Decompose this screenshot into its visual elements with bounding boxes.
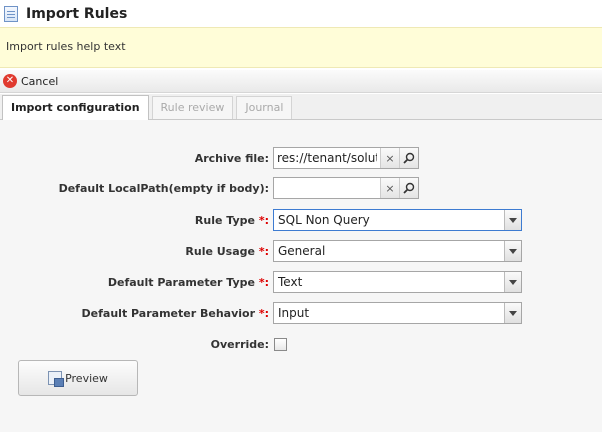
default-parameter-behavior-label-text: Default Parameter Behavior <box>81 306 255 320</box>
default-parameter-type-value: Text <box>278 275 303 289</box>
default-parameter-behavior-select[interactable]: Input <box>273 302 522 324</box>
archive-file-field: × <box>273 147 419 169</box>
default-parameter-type-select[interactable]: Text <box>273 271 522 293</box>
chevron-down-icon[interactable] <box>504 303 521 323</box>
title-bar: Import Rules <box>0 0 602 27</box>
archive-file-search-icon[interactable] <box>399 148 418 168</box>
override-checkbox[interactable] <box>274 337 287 351</box>
chevron-down-icon[interactable] <box>504 210 521 230</box>
archive-file-label: Archive file: <box>194 151 269 165</box>
default-localpath-label: Default LocalPath(empty if body): <box>58 181 269 195</box>
required-marker: *: <box>258 275 269 289</box>
preview-icon <box>48 371 65 387</box>
help-panel: Import rules help text <box>0 27 602 68</box>
chevron-down-icon[interactable] <box>504 241 521 261</box>
cancel-label: Cancel <box>21 74 59 88</box>
rule-type-row: Rule Type *: SQL Non Query <box>0 208 602 232</box>
help-text: Import rules help text <box>6 40 126 53</box>
default-parameter-type-label-text: Default Parameter Type <box>107 275 255 289</box>
document-icon <box>4 5 18 22</box>
required-marker: *: <box>258 213 269 227</box>
chevron-down-icon[interactable] <box>504 272 521 292</box>
archive-file-input[interactable] <box>274 148 380 168</box>
rule-usage-row: Rule Usage *: General <box>0 239 602 263</box>
preview-label: Preview <box>65 371 108 385</box>
override-label: Override: <box>210 337 269 351</box>
default-localpath-row: Default LocalPath(empty if body): × <box>0 176 602 200</box>
preview-button[interactable]: Preview <box>18 360 138 396</box>
rule-type-label: Rule Type *: <box>195 214 269 227</box>
default-localpath-field: × <box>273 177 419 199</box>
required-marker: *: <box>258 306 269 320</box>
form-panel: Archive file: × Default LocalPath(empty … <box>0 120 602 432</box>
default-localpath-clear-icon[interactable]: × <box>380 178 399 198</box>
page-title: Import Rules <box>26 5 128 22</box>
required-marker: *: <box>258 244 269 258</box>
default-localpath-input[interactable] <box>274 178 380 198</box>
rule-usage-label-text: Rule Usage <box>185 244 255 258</box>
rule-usage-value: General <box>278 244 326 258</box>
cancel-button[interactable]: ✕ Cancel <box>3 74 58 88</box>
default-parameter-type-label: Default Parameter Type *: <box>108 276 269 289</box>
default-localpath-search-icon[interactable] <box>399 178 418 198</box>
tab-rule-review[interactable]: Rule review <box>151 96 234 119</box>
rule-type-select[interactable]: SQL Non Query <box>273 209 522 231</box>
rule-type-value: SQL Non Query <box>278 213 370 227</box>
tab-journal[interactable]: Journal <box>236 96 293 119</box>
rule-type-label-text: Rule Type <box>194 213 255 227</box>
tab-import-configuration[interactable]: Import configuration <box>2 95 149 120</box>
archive-file-row: Archive file: × <box>0 146 602 170</box>
archive-file-clear-icon[interactable]: × <box>380 148 399 168</box>
toolbar: ✕ Cancel <box>0 70 602 93</box>
override-row: Override: <box>0 332 602 356</box>
rule-usage-label: Rule Usage *: <box>185 245 269 258</box>
default-parameter-type-row: Default Parameter Type *: Text <box>0 270 602 294</box>
rule-usage-select[interactable]: General <box>273 240 522 262</box>
cancel-icon: ✕ <box>3 74 17 88</box>
default-parameter-behavior-row: Default Parameter Behavior *: Input <box>0 301 602 325</box>
default-parameter-behavior-label: Default Parameter Behavior *: <box>82 307 269 320</box>
tab-bar: Import configuration Rule review Journal <box>0 94 602 120</box>
default-parameter-behavior-value: Input <box>278 306 310 320</box>
